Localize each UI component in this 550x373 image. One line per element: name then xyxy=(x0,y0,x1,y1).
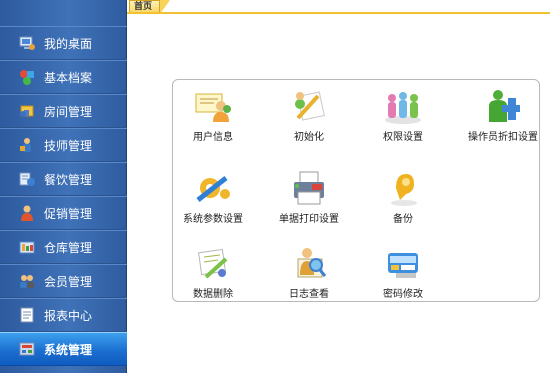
promotion-icon xyxy=(21,205,33,221)
password-change-icon xyxy=(388,253,418,278)
shapes-icon xyxy=(20,70,34,85)
permissions-icon xyxy=(385,92,421,124)
function-label: 初始化 xyxy=(294,132,324,143)
sidebar-item-technician-management[interactable]: 技师管理 xyxy=(0,128,127,162)
function-data-delete[interactable]: 数据删除 xyxy=(173,245,253,300)
function-label: 操作员折扣设置 xyxy=(468,132,538,143)
members-icon xyxy=(20,275,34,288)
sidebar-item-label: 仓库管理 xyxy=(44,240,93,255)
sidebar-item-label: 房间管理 xyxy=(44,104,93,119)
sidebar-item-report-center[interactable]: 报表中心 xyxy=(0,298,127,332)
function-label: 密码修改 xyxy=(383,289,423,300)
function-label: 系统参数设置 xyxy=(183,214,243,225)
function-password-change[interactable]: 密码修改 xyxy=(363,245,443,300)
backup-icon xyxy=(391,174,417,206)
function-operator-discount[interactable]: 操作员折扣设置 xyxy=(458,88,548,143)
sidebar-item-system-management[interactable]: 系统管理 xyxy=(0,332,127,366)
sidebar-item-label: 报表中心 xyxy=(44,308,93,323)
user-info-icon xyxy=(195,93,231,122)
sidebar-item-label: 会员管理 xyxy=(44,274,93,289)
sidebar-item-member-management[interactable]: 会员管理 xyxy=(0,264,127,298)
function-backup[interactable]: 备份 xyxy=(363,170,443,225)
sidebar-item-label: 餐饮管理 xyxy=(44,172,93,187)
function-user-info[interactable]: 用户信息 xyxy=(173,88,253,143)
print-settings-icon xyxy=(294,171,324,205)
initialize-icon xyxy=(295,91,325,121)
function-label: 数据删除 xyxy=(193,289,233,300)
function-label: 单据打印设置 xyxy=(279,214,339,225)
function-system-params[interactable]: 系统参数设置 xyxy=(173,170,253,225)
system-params-icon xyxy=(196,176,230,202)
function-initialize[interactable]: 初始化 xyxy=(269,88,349,143)
sidebar-item-label: 系统管理 xyxy=(44,342,93,357)
tab-home-edge xyxy=(160,0,170,14)
system-functions-panel: 用户信息 初始化 权限设置 操作员折扣设置 系统参数设置 单据打印设置 备份 数… xyxy=(172,79,540,302)
warehouse-icon xyxy=(19,241,35,254)
sidebar: 我的桌面 基本档案 房间管理 技师管理 餐饮管理 促销管理 仓库管理 会员管理 … xyxy=(0,0,127,373)
sidebar-item-promotion-management[interactable]: 促销管理 xyxy=(0,196,127,230)
system-icon xyxy=(19,342,35,356)
room-icon xyxy=(20,105,34,117)
function-log-view[interactable]: 日志查看 xyxy=(269,245,349,300)
function-label: 日志查看 xyxy=(289,289,329,300)
desktop-icon xyxy=(19,36,35,50)
function-print-settings[interactable]: 单据打印设置 xyxy=(269,170,349,225)
report-icon xyxy=(20,307,34,323)
sidebar-item-label: 技师管理 xyxy=(44,138,93,153)
sidebar-item-label: 促销管理 xyxy=(44,206,93,221)
sidebar-item-label: 基本档案 xyxy=(44,70,93,85)
tab-bar: 首页 xyxy=(127,0,550,14)
sidebar-item-my-desktop[interactable]: 我的桌面 xyxy=(0,26,127,60)
sidebar-item-basic-records[interactable]: 基本档案 xyxy=(0,60,127,94)
function-label: 用户信息 xyxy=(193,132,233,143)
log-view-icon xyxy=(297,248,327,278)
sidebar-item-room-management[interactable]: 房间管理 xyxy=(0,94,127,128)
operator-discount-icon xyxy=(489,90,520,122)
tab-home[interactable]: 首页 xyxy=(129,0,160,14)
function-label: 备份 xyxy=(393,214,413,225)
technician-icon xyxy=(20,138,31,152)
data-delete-icon xyxy=(198,248,228,279)
dining-icon xyxy=(19,172,35,186)
function-label: 权限设置 xyxy=(383,132,423,143)
function-permissions[interactable]: 权限设置 xyxy=(363,88,443,143)
sidebar-item-label: 我的桌面 xyxy=(44,36,93,51)
sidebar-item-warehouse-management[interactable]: 仓库管理 xyxy=(0,230,127,264)
sidebar-item-dining-management[interactable]: 餐饮管理 xyxy=(0,162,127,196)
